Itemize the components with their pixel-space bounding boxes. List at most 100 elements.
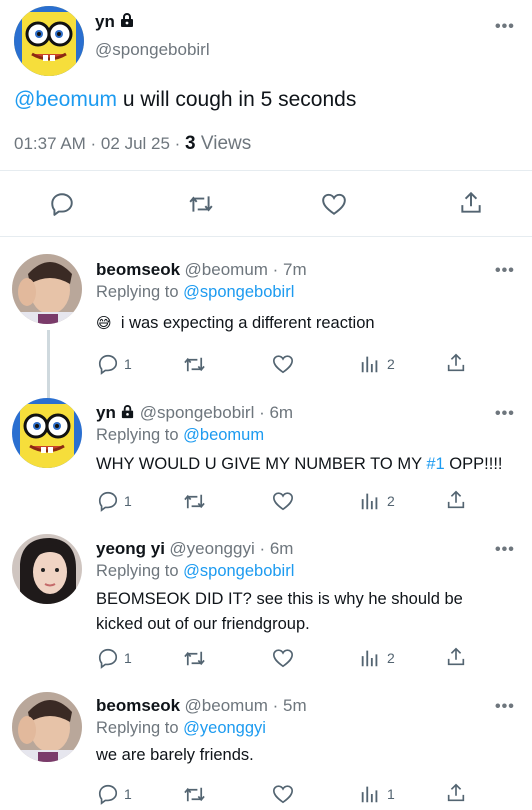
- reply-author-handle[interactable]: @yeonggyi: [169, 539, 254, 558]
- share-icon: [447, 490, 465, 509]
- reply-header: yn @spongebobirl · 6m: [96, 403, 293, 424]
- share-button[interactable]: [445, 489, 467, 511]
- reply-body-line: BEOMSEOK DID IT? see this is why he shou…: [96, 590, 463, 608]
- views-button[interactable]: 2: [359, 647, 395, 669]
- reply-button[interactable]: 1: [97, 783, 132, 805]
- reply-header: beomseok @beomum · 5m: [96, 696, 307, 716]
- reply-body: i was expecting a different reaction: [120, 314, 375, 332]
- retweet-button[interactable]: [183, 783, 206, 806]
- reply-button[interactable]: [49, 191, 75, 217]
- replying-to-link[interactable]: @spongebobirl: [183, 562, 294, 580]
- reply-time: · 6m: [254, 539, 294, 558]
- lock-icon: [119, 12, 135, 33]
- spongebob-avatar-image: [14, 6, 84, 76]
- reply-header: beomseok @beomum · 7m: [96, 260, 307, 280]
- replying-to: Replying to @spongebobirl: [96, 283, 294, 302]
- views-icon: [361, 786, 378, 803]
- replying-to-link[interactable]: @beomum: [183, 426, 264, 444]
- spongebob-avatar-image: [12, 398, 82, 468]
- mention-link[interactable]: @beomum: [14, 88, 117, 111]
- replying-to-link[interactable]: @yeonggyi: [183, 719, 266, 737]
- reply-count: 1: [124, 356, 132, 372]
- reply-author-name[interactable]: beomseok: [96, 260, 180, 279]
- avatar-beomseok[interactable]: [12, 692, 82, 762]
- reply-author-handle[interactable]: @beomum: [185, 260, 268, 279]
- reply-body: we are barely friends.: [96, 746, 254, 764]
- replying-to: Replying to @yeonggyi: [96, 719, 266, 738]
- author-handle[interactable]: @spongebobirl: [95, 40, 210, 60]
- more-icon[interactable]: •••: [495, 698, 515, 716]
- like-icon: [273, 649, 293, 668]
- replying-prefix: Replying to: [96, 562, 184, 580]
- share-button[interactable]: [445, 782, 467, 804]
- reply-button[interactable]: 1: [97, 647, 132, 669]
- reply-icon: [51, 193, 73, 216]
- like-icon: [273, 492, 293, 511]
- more-icon[interactable]: •••: [495, 18, 515, 36]
- avatar-yn[interactable]: [12, 398, 82, 468]
- views-icon: [361, 493, 378, 510]
- reply-count: 1: [124, 493, 132, 509]
- views-count: 2: [387, 650, 395, 666]
- reply-text: we are barely friends.: [96, 743, 254, 768]
- reply-author-name[interactable]: yn: [96, 403, 116, 422]
- reply-text: BEOMSEOK DID IT? see this is why he shou…: [96, 587, 463, 637]
- more-icon[interactable]: •••: [495, 405, 515, 423]
- reply-author-handle[interactable]: @spongebobirl: [140, 403, 255, 422]
- hashtag-link[interactable]: #1: [426, 455, 444, 473]
- like-icon: [273, 355, 293, 374]
- reply-header: yeong yi @yeonggyi · 6m: [96, 539, 293, 559]
- views-icon: [361, 356, 378, 373]
- author-name[interactable]: yn: [95, 12, 115, 31]
- retweet-button[interactable]: [183, 353, 206, 376]
- views-button[interactable]: 1: [359, 783, 395, 805]
- reply-time: · 6m: [254, 403, 294, 422]
- reply-button[interactable]: 1: [97, 353, 132, 375]
- reply-icon: [98, 784, 118, 805]
- retweet-button[interactable]: [188, 191, 214, 217]
- reply-author-name[interactable]: beomseok: [96, 696, 180, 715]
- more-icon[interactable]: •••: [495, 262, 515, 280]
- reply-author-handle[interactable]: @beomum: [185, 696, 268, 715]
- reply-button[interactable]: 1: [97, 490, 132, 512]
- like-icon: [322, 193, 346, 215]
- retweet-icon: [189, 196, 213, 212]
- share-button[interactable]: [458, 190, 484, 216]
- share-icon: [447, 353, 465, 372]
- share-button[interactable]: [445, 352, 467, 374]
- views-count: 3: [185, 133, 196, 154]
- reply-author-name[interactable]: yeong yi: [96, 539, 165, 558]
- beomseok-avatar-image: [12, 254, 82, 324]
- divider: [0, 236, 532, 237]
- share-button[interactable]: [445, 646, 467, 668]
- reply-count: 1: [124, 786, 132, 802]
- like-button[interactable]: [271, 353, 295, 375]
- views-button[interactable]: 2: [359, 353, 395, 375]
- avatar-beomseok[interactable]: [12, 254, 82, 324]
- retweet-button[interactable]: [183, 647, 206, 670]
- reply-body-line: kicked out of our friendgroup.: [96, 615, 310, 633]
- views-label: Views: [195, 133, 252, 154]
- reply-text: 😅 i was expecting a different reaction: [96, 311, 375, 336]
- like-button[interactable]: [320, 191, 348, 217]
- like-button[interactable]: [271, 647, 295, 669]
- retweet-button[interactable]: [183, 490, 206, 513]
- beomseok-avatar-image: [12, 692, 82, 762]
- reply-icon: [98, 354, 118, 375]
- like-icon: [273, 785, 293, 804]
- reply-count: 1: [124, 650, 132, 666]
- more-icon[interactable]: •••: [495, 541, 515, 559]
- share-icon: [461, 191, 481, 213]
- views-count: 2: [387, 356, 395, 372]
- retweet-icon: [184, 651, 205, 666]
- replying-to-link[interactable]: @spongebobirl: [183, 283, 294, 301]
- timestamp: 01:37 AM · 02 Jul 25 ·: [14, 134, 186, 153]
- avatar-yn-main[interactable]: [14, 6, 84, 76]
- like-button[interactable]: [271, 783, 295, 805]
- replying-prefix: Replying to: [96, 426, 184, 444]
- tweet-body: u will cough in 5 seconds: [117, 88, 357, 111]
- avatar-yeong-yi[interactable]: [12, 534, 82, 604]
- like-button[interactable]: [271, 490, 295, 512]
- views-button[interactable]: 2: [359, 490, 395, 512]
- replying-to: Replying to @spongebobirl: [96, 562, 294, 581]
